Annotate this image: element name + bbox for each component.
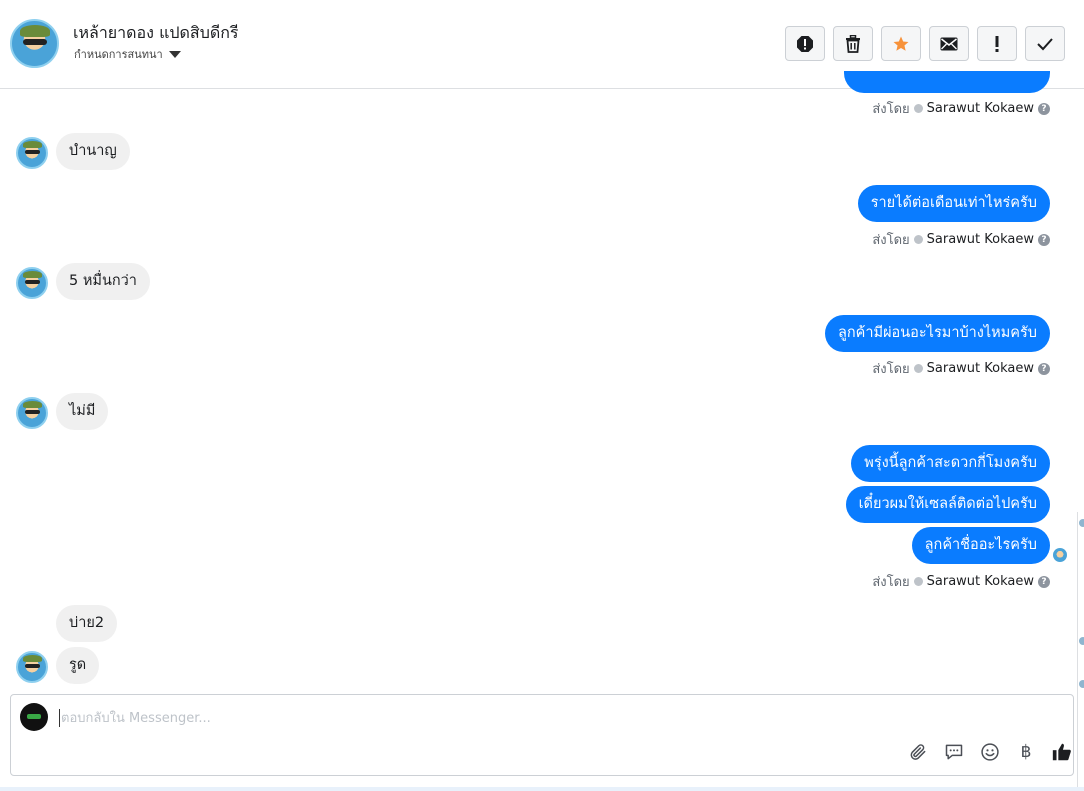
message-bubble-outgoing[interactable]: พรุ่งนี้ลูกค้าสะดวกกี่โมงครับ [851,445,1050,482]
emoji-button[interactable] [979,741,1001,763]
contact-avatar-small[interactable] [16,267,48,299]
reply-composer: ฿ [10,694,1074,776]
composer-tools: ฿ [907,741,1073,763]
avatar-glasses [25,150,40,154]
avatar-hat [23,141,42,148]
contact-avatar[interactable] [10,19,59,68]
attach-icon [910,744,926,760]
participant-dot [1079,519,1084,527]
avatar-glasses [23,39,47,45]
header-toolbar [785,26,1065,61]
check-icon [1037,37,1053,50]
message-bubble-outgoing[interactable]: ลูกค้าชื่ออะไรครับ [911,527,1050,564]
participant-dot [1079,637,1084,645]
verified-icon [913,235,923,244]
assign-conversation-dropdown[interactable]: กำหนดการสนทนา [74,45,181,63]
message-thread[interactable]: ส่งโดย Sarawut Kokaew ? บำนาญ รายได้ต่อเ… [0,71,1084,689]
verified-icon [913,104,923,113]
sent-by-label: ส่งโดย Sarawut Kokaew ? [872,229,1050,250]
message-bubble-incoming[interactable]: ไม่มี [56,393,109,430]
sent-by-prefix: ส่งโดย [872,575,910,590]
sent-by-label: ส่งโดย Sarawut Kokaew ? [872,358,1050,379]
thumbs-up-icon [1052,743,1071,761]
side-panel-edge [1077,512,1084,791]
bottom-border [0,787,1084,791]
envelope-icon [940,37,958,50]
follow-up-button[interactable] [977,26,1017,61]
message-bubble-outgoing[interactable]: รายได้ต่อเดือนเท่าไหร่ครับ [857,185,1050,222]
payment-button[interactable]: ฿ [1015,741,1037,763]
message-bubble-outgoing[interactable]: ลูกค้ามีผ่อนอะไรมาบ้างไหมครับ [825,315,1050,352]
sender-name[interactable]: Sarawut Kokaew [927,574,1034,589]
saved-reply-button[interactable] [943,741,965,763]
help-icon[interactable]: ? [1038,233,1050,246]
help-icon[interactable]: ? [1038,102,1050,115]
avatar-hat [20,25,50,37]
verified-icon [913,577,923,586]
participant-dot [1079,680,1084,688]
help-icon[interactable]: ? [1038,575,1050,588]
sender-name[interactable]: Sarawut Kokaew [927,101,1034,116]
chevron-down-icon [168,50,181,58]
contact-avatar-small[interactable] [16,137,48,169]
help-icon[interactable]: ? [1038,362,1050,375]
contact-avatar-small[interactable] [16,397,48,429]
sender-name[interactable]: Sarawut Kokaew [927,232,1034,247]
mark-done-button[interactable] [1025,26,1065,61]
page-avatar [20,703,48,731]
sent-by-prefix: ส่งโดย [872,233,910,248]
assign-label: กำหนดการสนทนา [74,48,163,61]
avatar-glasses [25,280,40,284]
contact-avatar-small[interactable] [16,651,48,683]
star-icon [893,36,909,51]
message-bubble-outgoing[interactable]: เดี๋ยวผมให้เซลล์ติดต่อไปครับ [845,486,1050,523]
delete-button[interactable] [833,26,873,61]
seen-avatar [1053,548,1067,562]
mark-spam-button[interactable] [785,26,825,61]
avatar-hat [23,401,42,408]
star-button[interactable] [881,26,921,61]
sent-by-prefix: ส่งโดย [872,102,910,117]
sender-name[interactable]: Sarawut Kokaew [927,361,1034,376]
saved-reply-icon [945,744,963,760]
emoji-icon [981,743,999,761]
like-button[interactable] [1051,741,1073,763]
message-bubble-incoming[interactable]: 5 หมื่นกว่า [56,263,150,300]
avatar-hat [23,271,42,278]
avatar-hat [23,655,42,662]
contact-name[interactable]: เหล้ายาดอง แปดสิบดีกรี [73,21,239,46]
avatar-glasses [25,664,40,668]
sent-by-label: ส่งโดย Sarawut Kokaew ? [872,571,1050,592]
message-bubble-outgoing-partial [844,71,1050,93]
avatar-glasses [25,410,40,414]
baht-icon: ฿ [1020,742,1032,762]
message-bubble-incoming[interactable]: บ่าย2 [56,605,118,642]
trash-icon [846,34,860,53]
exclamation-icon [995,35,999,52]
sent-by-prefix: ส่งโดย [872,362,910,377]
reply-input[interactable] [59,707,759,729]
sent-by-label: ส่งโดย Sarawut Kokaew ? [872,98,1050,119]
mark-unread-button[interactable] [929,26,969,61]
verified-icon [913,364,923,373]
attach-button[interactable] [907,741,929,763]
message-bubble-incoming[interactable]: รูด [56,647,100,684]
message-bubble-incoming[interactable]: บำนาญ [56,133,130,170]
alert-octagon-icon [797,35,813,52]
